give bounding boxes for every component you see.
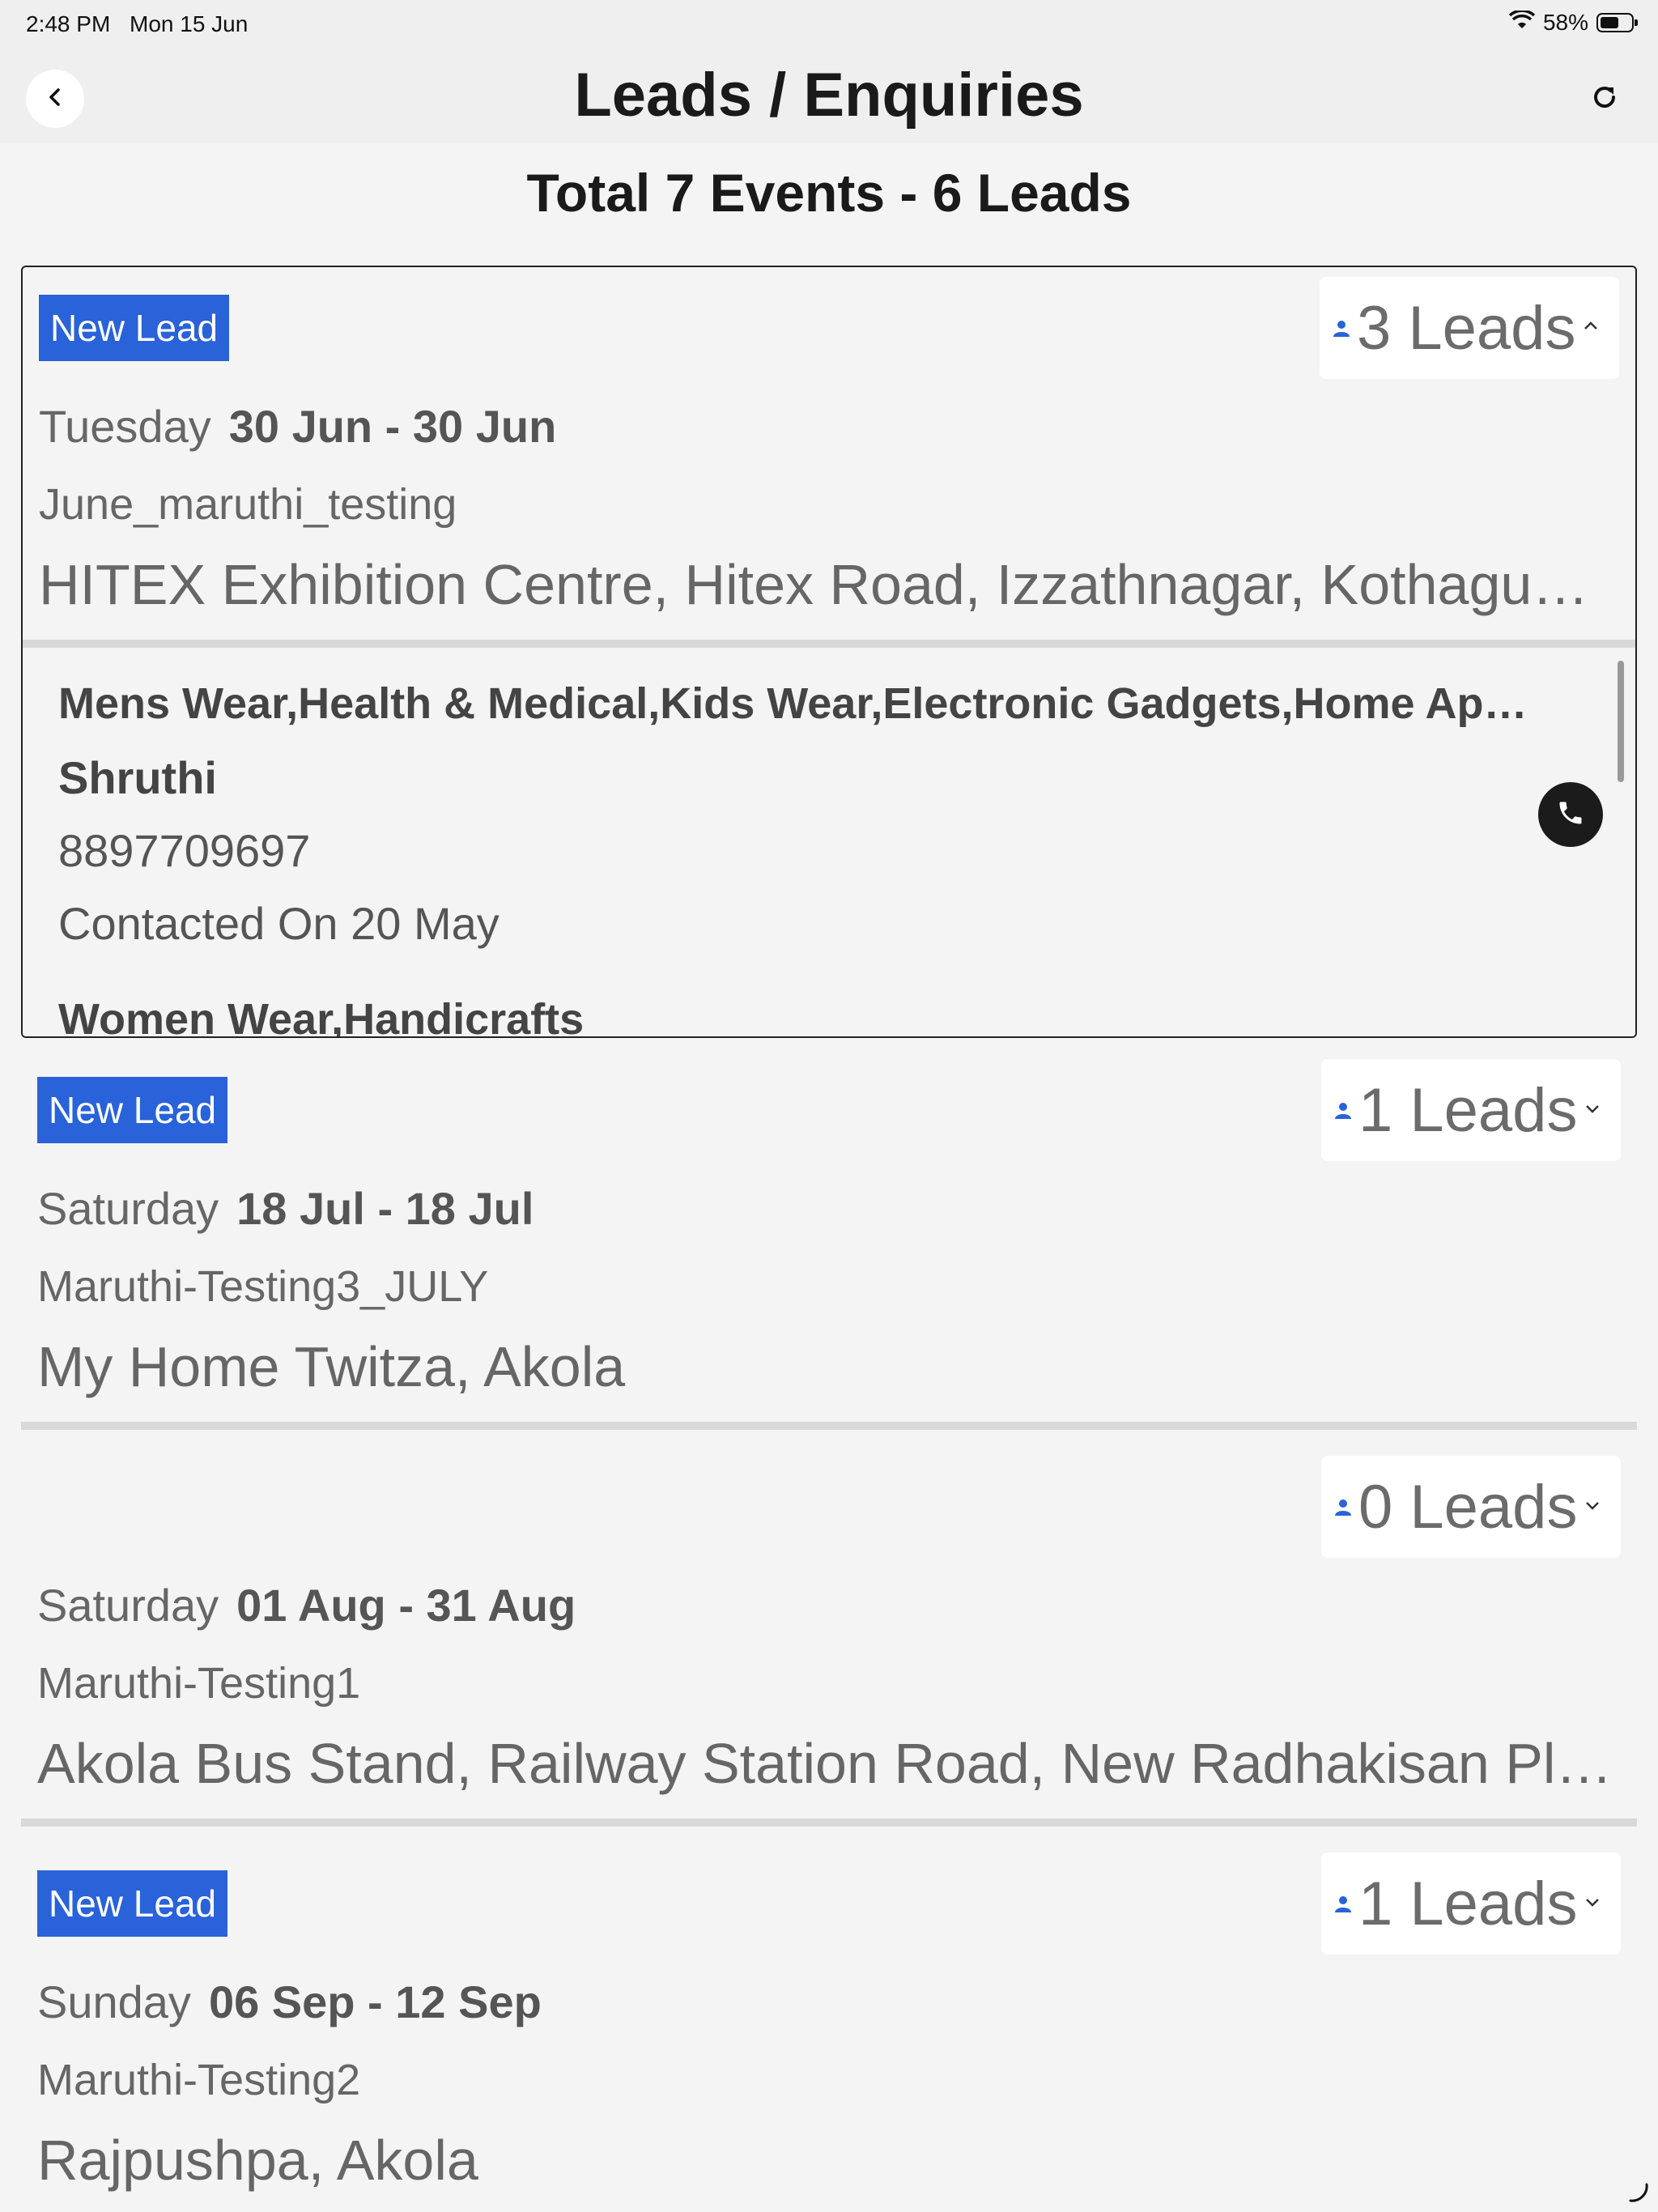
event-dates: 01 Aug - 31 Aug bbox=[236, 1580, 576, 1631]
event-card[interactable]: New Lead 1 Leads Sunday 06 Sep - 12 Sep M… bbox=[21, 1843, 1637, 2212]
lead-person: Shruthi bbox=[58, 752, 217, 803]
person-icon bbox=[1331, 317, 1352, 338]
refresh-button[interactable] bbox=[1580, 74, 1629, 123]
event-day: Tuesday 30 Jun - 30 Jun bbox=[39, 400, 556, 453]
event-venue: HITEX Exhibition Centre, Hitex Road, Izz… bbox=[39, 553, 1618, 616]
page-title: Leads / Enquiries bbox=[574, 61, 1084, 130]
event-card[interactable]: 0 Leads Saturday 01 Aug - 31 Aug Maruthi-… bbox=[21, 1446, 1637, 1831]
event-venue: My Home Twitza, Akola bbox=[37, 1335, 626, 1398]
event-venue: Akola Bus Stand, Railway Station Road, N… bbox=[37, 1732, 1616, 1795]
battery-fill bbox=[1601, 17, 1618, 28]
person-icon bbox=[1333, 1100, 1354, 1121]
event-weekday: Saturday bbox=[37, 1580, 219, 1631]
status-date: Mon 15 Jun bbox=[130, 11, 249, 36]
wifi-icon bbox=[1508, 9, 1536, 36]
event-name: Maruthi-Testing1 bbox=[37, 1659, 361, 1708]
event-venue: Rajpushpa, Akola bbox=[37, 2129, 478, 2192]
call-button[interactable] bbox=[1538, 782, 1603, 847]
card-divider bbox=[21, 1819, 1637, 1827]
chevron-up-icon bbox=[1582, 317, 1600, 339]
event-card[interactable]: New Lead 3 Leads Tuesday 30 Jun - 30 Jun … bbox=[21, 266, 1637, 1038]
chevron-down-icon bbox=[1584, 1893, 1601, 1915]
person-icon bbox=[1333, 1893, 1354, 1914]
event-name: Maruthi-Testing3_JULY bbox=[37, 1262, 489, 1311]
event-weekday: Saturday bbox=[37, 1183, 219, 1234]
event-name: June_maruthi_testing bbox=[39, 480, 457, 529]
nav-header: Leads / Enquiries bbox=[0, 52, 1658, 143]
battery-icon bbox=[1596, 13, 1638, 32]
new-lead-badge: New Lead bbox=[37, 1870, 228, 1937]
loading-spinner-icon bbox=[1626, 2180, 1650, 2204]
lead-contacted-date: Contacted On 20 May bbox=[58, 898, 500, 949]
chevron-down-icon bbox=[1584, 1100, 1601, 1121]
event-name: Maruthi-Testing2 bbox=[37, 2056, 361, 2104]
event-day: Sunday 06 Sep - 12 Sep bbox=[37, 1976, 542, 2028]
new-lead-badge: New Lead bbox=[37, 1077, 228, 1143]
leads-count: 3 Leads bbox=[1357, 293, 1576, 363]
lead-phone: 8897709697 bbox=[58, 825, 311, 876]
card-divider bbox=[23, 640, 1635, 648]
event-day: Saturday 01 Aug - 31 Aug bbox=[37, 1579, 576, 1631]
refresh-icon bbox=[1588, 81, 1621, 117]
status-bar: 2:48 PM Mon 15 Jun 58% bbox=[0, 0, 1658, 52]
leads-toggle-button[interactable]: 1 Leads bbox=[1321, 1853, 1621, 1955]
new-lead-badge: New Lead bbox=[39, 295, 230, 361]
lead-categories: Mens Wear,Health & Medical,Kids Wear,Ele… bbox=[58, 679, 1532, 728]
phone-icon bbox=[1556, 798, 1585, 832]
status-indicators: 58% bbox=[1508, 9, 1638, 36]
event-weekday: Tuesday bbox=[39, 401, 211, 452]
lead-list[interactable]: Mens Wear,Health & Medical,Kids Wear,Ele… bbox=[23, 654, 1635, 1036]
person-icon bbox=[1333, 1496, 1354, 1517]
leads-count: 0 Leads bbox=[1358, 1472, 1578, 1542]
leads-count: 1 Leads bbox=[1358, 1075, 1578, 1145]
chevron-down-icon bbox=[1584, 1496, 1601, 1518]
summary-total: Total 7 Events - 6 Leads bbox=[526, 163, 1132, 223]
card-divider bbox=[21, 1422, 1637, 1430]
leads-toggle-button[interactable]: 0 Leads bbox=[1321, 1456, 1621, 1558]
leads-toggle-button[interactable]: 3 Leads bbox=[1320, 277, 1619, 379]
event-weekday: Sunday bbox=[37, 1976, 191, 2027]
scrollbar[interactable] bbox=[1618, 661, 1624, 782]
event-dates: 06 Sep - 12 Sep bbox=[208, 1976, 542, 2027]
event-dates: 18 Jul - 18 Jul bbox=[236, 1183, 534, 1234]
event-day: Saturday 18 Jul - 18 Jul bbox=[37, 1182, 534, 1235]
event-card[interactable]: New Lead 1 Leads Saturday 18 Jul - 18 Jul… bbox=[21, 1049, 1637, 1435]
event-dates: 30 Jun - 30 Jun bbox=[228, 401, 557, 452]
leads-count: 1 Leads bbox=[1358, 1869, 1578, 1938]
leads-toggle-button[interactable]: 1 Leads bbox=[1321, 1059, 1621, 1161]
status-time: 2:48 PM bbox=[26, 11, 111, 36]
lead-categories: Women Wear,Handicrafts bbox=[58, 995, 585, 1036]
battery-percent: 58% bbox=[1542, 10, 1588, 35]
